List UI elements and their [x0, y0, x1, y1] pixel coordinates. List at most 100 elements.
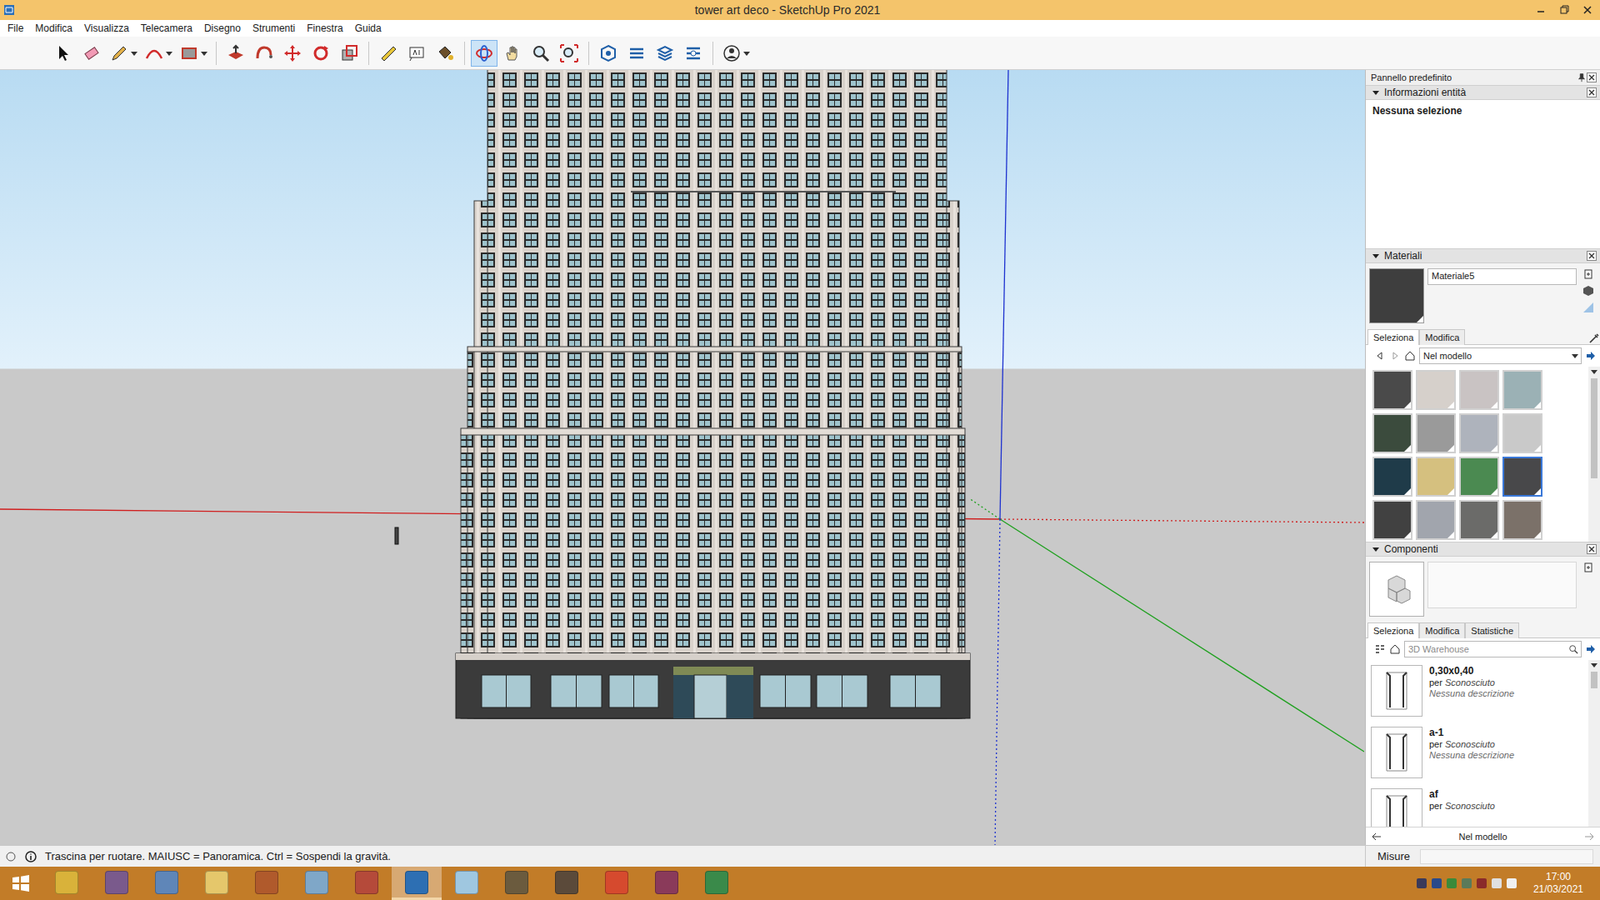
material-swatch[interactable]: [1459, 370, 1500, 410]
dropdown-arrow-icon[interactable]: [200, 50, 208, 57]
tool-button[interactable]: [555, 40, 583, 67]
tool-button[interactable]: [719, 40, 753, 67]
tray-icon[interactable]: [1431, 878, 1442, 889]
material-swatch[interactable]: [1502, 370, 1543, 410]
dropdown-arrow-icon[interactable]: [1571, 352, 1579, 360]
forward-icon[interactable]: [1583, 830, 1595, 843]
dropdown-arrow-icon[interactable]: [130, 50, 138, 57]
restore-icon[interactable]: [1558, 4, 1570, 16]
material-swatch[interactable]: [1415, 370, 1456, 410]
material-swatch[interactable]: [1372, 370, 1413, 410]
view-options-icon[interactable]: [1374, 643, 1386, 655]
taskbar-app[interactable]: [491, 866, 542, 900]
network-icon[interactable]: [1491, 878, 1502, 889]
tool-button[interactable]: [250, 40, 278, 67]
tool-button[interactable]: [106, 40, 140, 67]
taskbar-app[interactable]: [241, 866, 292, 900]
menu-item[interactable]: Visualizza: [78, 20, 135, 36]
geolocation-icon[interactable]: [5, 850, 17, 863]
taskbar-app[interactable]: [541, 866, 592, 900]
material-name-field[interactable]: Materiale5: [1427, 268, 1577, 285]
material-swatch[interactable]: [1502, 500, 1543, 540]
forward-icon[interactable]: [1389, 350, 1401, 362]
warehouse-search[interactable]: 3D Warehouse: [1404, 640, 1582, 658]
close-icon[interactable]: [1586, 544, 1597, 555]
minimize-icon[interactable]: [1535, 4, 1547, 16]
viewport[interactable]: [0, 70, 1365, 845]
material-swatch[interactable]: [1459, 456, 1500, 497]
material-swatch[interactable]: [1459, 500, 1500, 540]
tool-button[interactable]: [499, 40, 526, 67]
taskbar-app[interactable]: [441, 866, 492, 900]
taskbar-app[interactable]: [641, 866, 692, 900]
building[interactable]: [455, 70, 970, 719]
taskbar-app[interactable]: [91, 866, 142, 900]
back-icon[interactable]: [1374, 350, 1386, 362]
search-icon[interactable]: [1568, 644, 1579, 655]
components-header[interactable]: Componenti: [1365, 541, 1600, 557]
tray-icon[interactable]: [1461, 878, 1472, 889]
material-swatch[interactable]: [1415, 413, 1456, 454]
components-tab[interactable]: Statistiche: [1465, 622, 1520, 639]
material-swatch[interactable]: [1415, 500, 1456, 540]
scroll-up-icon[interactable]: [1590, 661, 1598, 669]
menu-item[interactable]: Guida: [349, 20, 388, 36]
tool-button[interactable]: [307, 40, 335, 67]
material-swatch[interactable]: [1459, 413, 1500, 454]
model-scene[interactable]: [0, 70, 1365, 845]
tool-button[interactable]: [78, 40, 105, 67]
tray-icon[interactable]: [1446, 878, 1457, 889]
tool-button[interactable]: [335, 40, 363, 67]
tool-button[interactable]: [470, 40, 498, 67]
materials-tab[interactable]: Seleziona: [1367, 329, 1420, 345]
taskbar-app[interactable]: [341, 866, 392, 900]
menu-item[interactable]: Disegno: [198, 20, 247, 36]
tool-button[interactable]: [403, 40, 430, 67]
measurements-field[interactable]: [1420, 849, 1594, 865]
details-arrow-icon[interactable]: [1585, 350, 1597, 362]
expand-icon[interactable]: [1372, 252, 1380, 260]
material-cube-icon[interactable]: [1582, 285, 1595, 297]
tool-button[interactable]: [431, 40, 459, 67]
scroll-up-icon[interactable]: [1590, 368, 1598, 375]
create-component-icon[interactable]: [1582, 561, 1595, 574]
taskbar-app[interactable]: [591, 866, 642, 900]
close-icon[interactable]: [1586, 87, 1597, 98]
tool-button[interactable]: [222, 40, 250, 67]
close-icon[interactable]: [1586, 72, 1597, 83]
dropdown-arrow-icon[interactable]: [165, 50, 173, 57]
component-item[interactable]: afper Sconosciuto: [1365, 783, 1589, 827]
dropdown-arrow-icon[interactable]: [743, 50, 750, 57]
tool-button[interactable]: [651, 40, 679, 67]
tray-icon[interactable]: [1416, 878, 1427, 889]
material-swatch[interactable]: [1502, 456, 1543, 497]
scrollbar[interactable]: [1588, 366, 1600, 542]
material-swatch[interactable]: [1372, 456, 1413, 497]
taskbar-app[interactable]: [141, 866, 192, 900]
tray-icon[interactable]: [1476, 878, 1487, 889]
tool-button[interactable]: [595, 40, 622, 67]
scrollbar[interactable]: [1588, 660, 1600, 827]
material-swatch[interactable]: [1372, 500, 1413, 540]
volume-icon[interactable]: [1506, 878, 1517, 889]
eyedropper-icon[interactable]: [1588, 332, 1600, 345]
start-button[interactable]: [0, 866, 42, 900]
default-material-icon[interactable]: [1582, 301, 1595, 314]
material-swatch[interactable]: [1372, 413, 1413, 454]
component-item[interactable]: a-1per SconosciutoNessuna descrizione: [1365, 721, 1589, 784]
tool-button[interactable]: [50, 40, 77, 67]
home-icon[interactable]: [1404, 350, 1416, 362]
component-preview[interactable]: [1369, 561, 1425, 617]
pin-icon[interactable]: [1576, 72, 1587, 83]
close-window-icon[interactable]: [1581, 4, 1594, 16]
tool-button[interactable]: [176, 40, 210, 67]
taskbar-app[interactable]: [191, 866, 242, 900]
materials-tab[interactable]: Modifica: [1419, 329, 1465, 345]
tool-button[interactable]: [279, 40, 306, 67]
menu-item[interactable]: Telecamera: [135, 20, 199, 36]
components-tab[interactable]: Seleziona: [1367, 622, 1420, 639]
clock[interactable]: 17:0021/03/2021: [1521, 870, 1592, 896]
tool-button[interactable]: [680, 40, 707, 67]
info-icon[interactable]: [25, 850, 37, 863]
material-swatch[interactable]: [1502, 413, 1543, 454]
